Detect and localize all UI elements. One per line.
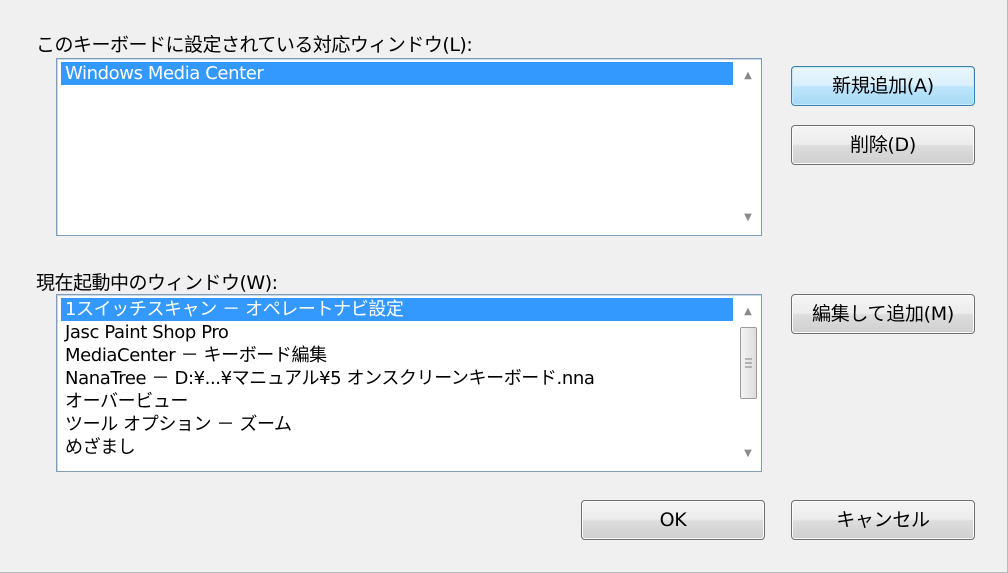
ok-button[interactable]: OK [581,500,765,540]
bottom-list-label: 現在起動中のウィンドウ(W): [36,272,278,294]
list-item[interactable]: 1スイッチスキャン － オペレートナビ設定 [61,298,733,321]
list-item[interactable]: MediaCenter － キーボード編集 [61,344,733,367]
cancel-button[interactable]: キャンセル [791,500,975,540]
scroll-up-arrow-icon[interactable]: ▲ [737,65,759,87]
grip-icon [745,358,752,368]
scroll-thumb[interactable] [740,327,757,399]
top-list-label: このキーボードに設定されている対応ウィンドウ(L): [36,34,473,56]
running-window-list[interactable]: 1スイッチスキャン － オペレートナビ設定 Jasc Paint Shop Pr… [56,294,762,472]
dialog: このキーボードに設定されている対応ウィンドウ(L): Windows Media… [0,0,1008,573]
delete-button[interactable]: 削除(D) [791,125,975,165]
scroll-up-arrow-icon[interactable]: ▲ [737,301,759,323]
scroll-down-arrow-icon[interactable]: ▼ [737,207,759,229]
list-item[interactable]: めざまし [61,436,733,459]
list-item[interactable]: Windows Media Center [61,62,733,85]
bottom-list-items: 1スイッチスキャン － オペレートナビ設定 Jasc Paint Shop Pr… [61,298,733,459]
list-item[interactable]: オーバービュー [61,390,733,413]
scroll-down-arrow-icon[interactable]: ▼ [737,443,759,465]
running-list-scrollbar[interactable]: ▲ ▼ [737,297,759,469]
top-list-items: Windows Media Center [61,62,733,85]
edit-and-add-button[interactable]: 編集して追加(M) [791,294,975,334]
list-item[interactable]: ツール オプション － ズーム [61,413,733,436]
add-new-button[interactable]: 新規追加(A) [791,66,975,106]
list-item[interactable]: NanaTree － D:¥...¥マニュアル¥5 オンスクリーンキーボード.n… [61,367,733,390]
top-list-scrollbar[interactable]: ▲ ▼ [737,61,759,233]
list-item[interactable]: Jasc Paint Shop Pro [61,321,733,344]
top-window-list[interactable]: Windows Media Center ▲ ▼ [56,58,762,236]
